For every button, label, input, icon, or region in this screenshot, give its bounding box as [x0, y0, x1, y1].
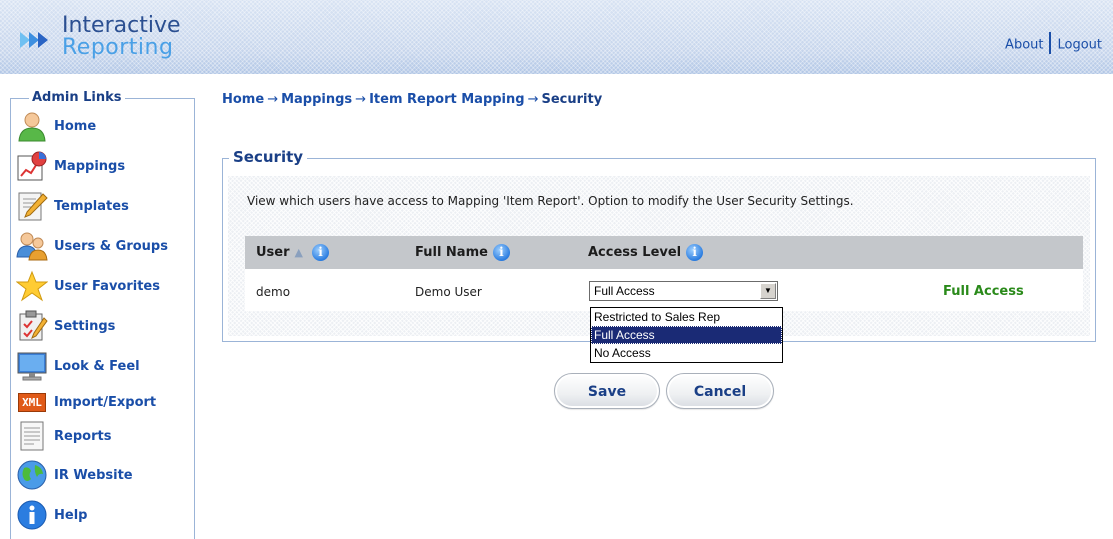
logo-arrows-icon	[20, 32, 48, 48]
dropdown-option-restricted[interactable]: Restricted to Sales Rep	[591, 308, 782, 326]
access-level-select-value: Full Access	[594, 284, 655, 298]
info-icon[interactable]: i	[686, 244, 704, 261]
template-pencil-icon	[15, 189, 49, 223]
access-level-select[interactable]: Full Access ▼	[589, 281, 778, 301]
info-icon[interactable]: i	[312, 244, 329, 261]
sidebar-item-label: Templates	[54, 198, 129, 214]
logo-text-line2: Reporting	[62, 35, 174, 60]
sort-arrows-icon[interactable]: ▲	[295, 246, 303, 259]
logout-link[interactable]: Logout	[1057, 38, 1102, 53]
sidebar-item-label: Help	[54, 507, 88, 523]
top-links: About Logout	[1005, 32, 1102, 56]
monitor-icon	[15, 349, 49, 383]
sidebar-item-label: Reports	[54, 428, 112, 444]
breadcrumb-separator: →	[527, 92, 539, 107]
column-header-full-name: Full Name i	[415, 244, 510, 261]
full-name-cell: Demo User	[415, 285, 482, 299]
breadcrumb-current: Security	[541, 92, 603, 107]
breadcrumb-item-report-mapping[interactable]: Item Report Mapping	[369, 92, 525, 107]
sidebar-item-label: Settings	[54, 318, 116, 334]
sidebar-item-label: Mappings	[54, 158, 126, 174]
info-icon	[15, 498, 49, 532]
info-icon[interactable]: i	[492, 244, 510, 261]
sidebar-item-home[interactable]: Home	[15, 108, 96, 144]
admin-links-panel: Admin Links Home Mappings Templates User…	[10, 90, 195, 539]
dropdown-option-full-access[interactable]: Full Access	[591, 326, 782, 344]
xml-icon: XML	[15, 385, 49, 419]
about-link[interactable]: About	[1005, 38, 1043, 53]
column-header-label: User	[256, 245, 290, 260]
admin-links-title: Admin Links	[29, 90, 125, 105]
save-button[interactable]: Save	[554, 373, 660, 409]
sidebar-item-label: Users & Groups	[54, 238, 168, 254]
sidebar-item-label: Look & Feel	[54, 358, 140, 374]
access-level-dropdown-list: Restricted to Sales Rep Full Access No A…	[590, 307, 783, 363]
breadcrumb-home[interactable]: Home	[222, 92, 264, 107]
sidebar-item-import-export[interactable]: XML Import/Export	[15, 384, 156, 420]
table-row: demo Demo User Full Access ▼ Full Access	[245, 269, 1083, 311]
globe-icon	[15, 458, 49, 492]
sidebar-item-ir-website[interactable]: IR Website	[15, 457, 133, 493]
sidebar-item-label: User Favorites	[54, 278, 160, 294]
sidebar-item-look-feel[interactable]: Look & Feel	[15, 348, 140, 384]
dropdown-option-no-access[interactable]: No Access	[591, 344, 782, 362]
sidebar-item-mappings[interactable]: Mappings	[15, 148, 125, 184]
column-header-access-level: Access Level i	[588, 244, 704, 261]
settings-clipboard-icon	[15, 309, 49, 343]
sidebar-item-reports[interactable]: Reports	[15, 418, 111, 454]
cancel-button[interactable]: Cancel	[666, 373, 774, 409]
user-home-icon	[15, 109, 49, 143]
sidebar-item-settings[interactable]: Settings	[15, 308, 115, 344]
sidebar-item-users-groups[interactable]: Users & Groups	[15, 228, 168, 264]
sidebar-item-label: Home	[54, 118, 97, 134]
breadcrumb-mappings[interactable]: Mappings	[281, 92, 352, 107]
sidebar-item-help[interactable]: Help	[15, 497, 87, 533]
sidebar-item-user-favorites[interactable]: User Favorites	[15, 268, 160, 304]
breadcrumb: Home → Mappings → Item Report Mapping → Securi…	[222, 92, 602, 107]
star-icon	[15, 269, 49, 303]
sidebar-item-label: Import/Export	[54, 394, 157, 410]
table-header: User ▲ i Full Name i Access Level i	[245, 236, 1083, 269]
xml-icon-text: XML	[18, 392, 46, 412]
security-title: Security	[229, 148, 308, 166]
mappings-chart-icon	[15, 149, 49, 183]
column-header-label: Full Name	[415, 245, 488, 260]
header-bar: Interactive Reporting About Logout	[0, 0, 1113, 74]
sidebar-item-label: IR Website	[54, 467, 133, 483]
breadcrumb-separator: →	[355, 92, 367, 107]
sidebar-item-templates[interactable]: Templates	[15, 188, 129, 224]
breadcrumb-separator: →	[267, 92, 279, 107]
user-cell: demo	[256, 285, 291, 299]
logo[interactable]: Interactive Reporting	[18, 12, 188, 60]
users-groups-icon	[15, 229, 49, 263]
chevron-down-icon[interactable]: ▼	[760, 283, 776, 299]
top-links-divider	[1049, 32, 1052, 54]
column-header-label: Access Level	[588, 245, 682, 260]
security-description: View which users have access to Mapping …	[247, 194, 854, 208]
access-level-status: Full Access	[943, 284, 1024, 299]
column-header-user[interactable]: User ▲ i	[256, 244, 329, 261]
report-document-icon	[15, 419, 49, 453]
